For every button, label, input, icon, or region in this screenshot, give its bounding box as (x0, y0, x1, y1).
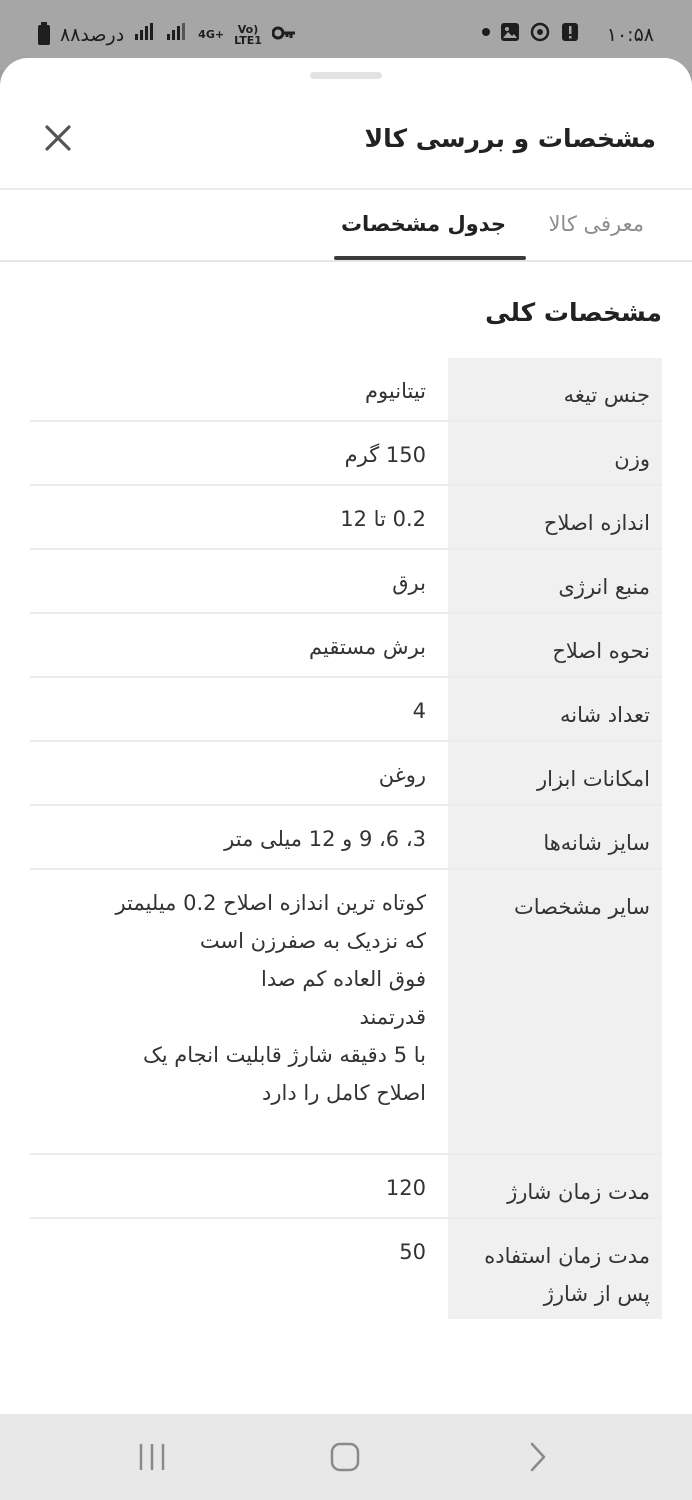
spec-value: روغن (378, 763, 426, 787)
spec-key: تعداد شانه (448, 678, 662, 740)
spec-value: برش مستقیم (309, 635, 426, 659)
sync-icon (530, 22, 550, 42)
spec-key: نحوه اصلاح (448, 614, 662, 676)
alert-icon (560, 22, 580, 42)
system-nav-bar (0, 1414, 692, 1500)
status-left: ۸۸درصد 4G+ Vo) LTE1 (38, 21, 296, 47)
spec-key: وزن (448, 422, 662, 484)
spec-key: مدت زمان شارژ (448, 1155, 662, 1217)
spec-value: 120 (385, 1176, 426, 1200)
table-row: تعداد شانه 4 (30, 678, 662, 742)
table-row: نحوه اصلاح برش مستقیم (30, 614, 662, 678)
sheet-title: مشخصات و بررسی کالا (364, 124, 656, 153)
spec-value: 50 (399, 1240, 426, 1264)
battery-icon (38, 21, 50, 45)
volte-indicator: Vo) LTE1 (234, 22, 262, 47)
table-row: سایز شانه‌ها 3، 6، 9 و 12 میلی متر (30, 806, 662, 870)
table-row: وزن 150 گرم (30, 422, 662, 486)
spec-value: تیتانیوم (365, 379, 426, 403)
tab-product-intro[interactable]: معرفی کالا (548, 212, 644, 236)
active-tab-indicator (334, 256, 526, 260)
close-button[interactable] (40, 120, 76, 156)
table-row: منبع انرژی برق (30, 550, 662, 614)
spec-value: برق (392, 571, 426, 595)
specs-table: جنس تیغه تیتانیوم وزن 150 گرم اندازه اصل… (30, 358, 662, 1319)
tab-bar: معرفی کالا جدول مشخصات (0, 190, 692, 262)
spec-value: 0.2 تا 12 (340, 507, 426, 531)
product-specs-sheet: مشخصات و بررسی کالا معرفی کالا جدول مشخص… (0, 58, 692, 1414)
table-row: مدت زمان استفاده پس از شارژ 50 (30, 1219, 662, 1319)
network-type-label: 4G+ (198, 28, 225, 41)
spec-value: 4 (412, 699, 426, 723)
recents-button[interactable] (128, 1434, 176, 1480)
sheet-header: مشخصات و بررسی کالا (0, 98, 692, 190)
back-button[interactable] (514, 1434, 562, 1480)
spec-key: اندازه اصلاح (448, 486, 662, 548)
spec-key: سایز شانه‌ها (448, 806, 662, 868)
spec-value: 3، 6، 9 و 12 میلی متر (224, 827, 426, 851)
table-row: اندازه اصلاح 0.2 تا 12 (30, 486, 662, 550)
recents-icon (139, 1444, 165, 1470)
spec-key: مدت زمان استفاده پس از شارژ (448, 1219, 662, 1319)
spec-value: کوتاه ترین اندازه اصلاح 0.2 میلیمتر که ن… (115, 891, 426, 1105)
sheet-drag-handle[interactable] (310, 72, 382, 79)
table-row: مدت زمان شارژ 120 (30, 1155, 662, 1219)
signal-icon-2 (166, 22, 188, 47)
notification-dot-icon (482, 28, 490, 36)
table-row: جنس تیغه تیتانیوم (30, 358, 662, 422)
spec-key: سایر مشخصات (448, 870, 662, 1153)
gallery-icon (500, 22, 520, 42)
tab-specs-table[interactable]: جدول مشخصات (341, 212, 506, 236)
spec-value: 150 گرم (344, 443, 426, 467)
home-button[interactable] (321, 1434, 369, 1480)
notification-icons (482, 22, 580, 42)
status-time: ۱۰:۵۸ (606, 24, 654, 46)
vpn-key-icon (271, 24, 296, 46)
back-icon (530, 1442, 546, 1472)
close-icon (45, 125, 71, 151)
spec-key: جنس تیغه (448, 358, 662, 420)
table-row: سایر مشخصات کوتاه ترین اندازه اصلاح 0.2 … (30, 870, 662, 1155)
home-icon (330, 1442, 360, 1472)
spec-key: منبع انرژی (448, 550, 662, 612)
signal-icon (134, 22, 156, 47)
table-row: امکانات ابزار روغن (30, 742, 662, 806)
spec-key: امکانات ابزار (448, 742, 662, 804)
section-title: مشخصات کلی (485, 298, 662, 327)
battery-percentage: ۸۸درصد (60, 23, 125, 46)
